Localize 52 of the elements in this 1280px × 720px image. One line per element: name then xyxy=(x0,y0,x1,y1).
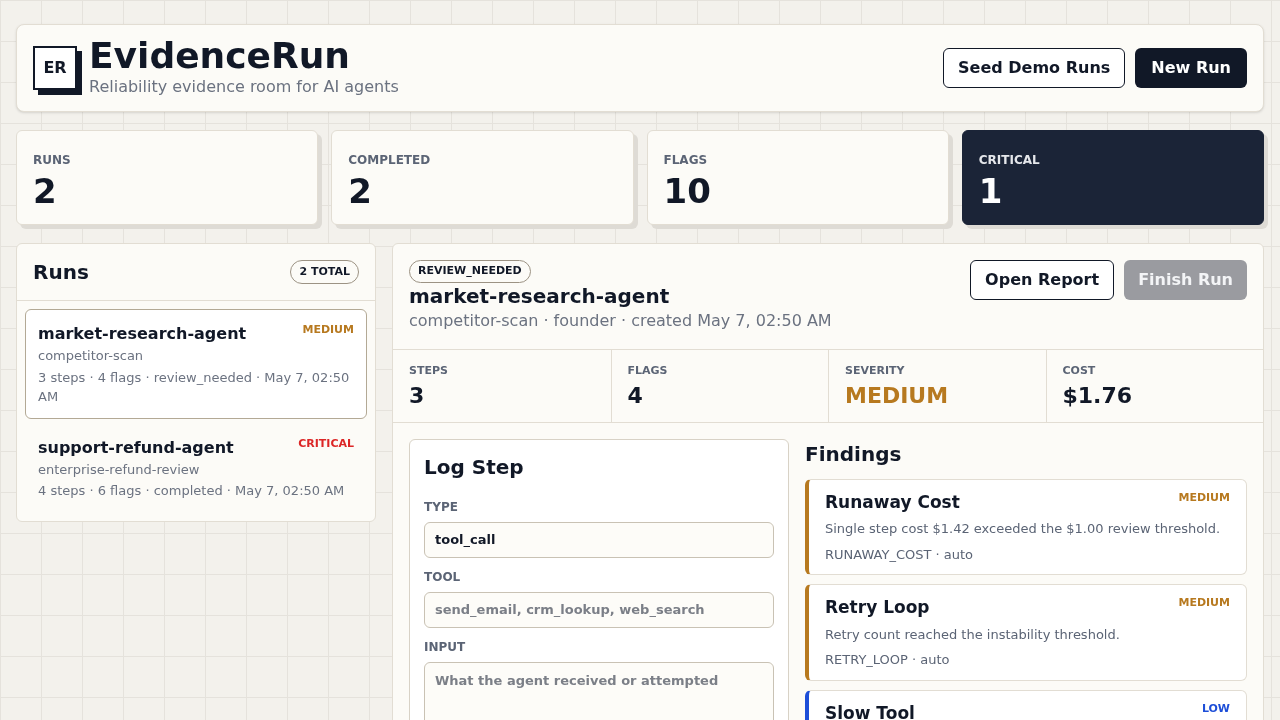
metric-label: SEVERITY xyxy=(845,362,906,379)
run-meta: 3 steps · 4 flags · review_needed · May 7, 02:50 AM xyxy=(38,368,351,406)
stat-label: CRITICAL xyxy=(978,152,1041,169)
run-name: support-refund-agent xyxy=(38,436,234,459)
finding-code: RUNAWAY_COST · auto xyxy=(825,545,975,564)
field-label: TYPE xyxy=(424,498,459,516)
metric-label: STEPS xyxy=(409,362,449,379)
stat-value: 2 xyxy=(348,170,373,213)
stat-value: 1 xyxy=(978,170,1004,213)
app-subtitle: Reliability evidence room for AI agents xyxy=(89,76,399,98)
metric-value: $1.76 xyxy=(1062,382,1134,410)
finding-description: Retry count reached the instability threshold. xyxy=(825,625,1121,644)
run-item[interactable]: support-refund-agent CRITICAL enterprise-refund-review 4 steps · 6 flags · completed · May 7, 02:50 AM xyxy=(25,422,367,513)
severity-label: MEDIUM xyxy=(1178,489,1230,506)
new-run-button[interactable]: New Run xyxy=(1135,48,1247,88)
metric-value: MEDIUM xyxy=(845,382,950,410)
seed-button[interactable]: Seed Demo Runs xyxy=(943,48,1126,88)
severity-label: LOW xyxy=(1201,700,1230,717)
run-meta: 4 steps · 6 flags · completed · May 7, 02:50 AM xyxy=(38,482,346,500)
card-title: Log Step xyxy=(424,453,525,481)
field-label: INPUT xyxy=(424,638,467,656)
severity-label: CRITICAL xyxy=(298,435,354,452)
stat-value: 10 xyxy=(663,170,712,213)
stat-value: 2 xyxy=(33,170,58,213)
finding-title: Retry Loop xyxy=(825,596,930,619)
finding-title: Slow Tool xyxy=(825,701,915,720)
field-label: TOOL xyxy=(424,568,462,586)
run-task: enterprise-refund-review xyxy=(38,460,201,479)
metric-label: FLAGS xyxy=(627,362,669,379)
finding-code: RETRY_LOOP · auto xyxy=(825,651,951,669)
run-meta: competitor-scan · founder · created May 7, 02:50 AM xyxy=(409,309,832,332)
input-field[interactable]: What the agent received or attempted xyxy=(424,661,774,720)
input-field[interactable]: tool_call xyxy=(424,521,774,558)
run-task: competitor-scan xyxy=(38,347,145,365)
metric-label: COST xyxy=(1062,362,1097,379)
metric-value: 3 xyxy=(409,382,426,410)
input-field[interactable]: send_email, crm_lookup, web_search xyxy=(424,591,774,628)
finding-title: Runaway Cost xyxy=(825,490,960,514)
run-item[interactable]: market-research-agent MEDIUM competitor-scan 3 steps · 4 flags · review_needed · May 7, 02:50 AM xyxy=(25,309,367,419)
app-title: EvidenceRun xyxy=(89,37,351,75)
run-name: market-research-agent xyxy=(38,323,247,345)
run-title: market-research-agent xyxy=(409,282,670,309)
section-title: Findings xyxy=(805,440,903,468)
severity-label: MEDIUM xyxy=(1178,595,1230,611)
severity-label: MEDIUM xyxy=(302,322,354,338)
open-report-button[interactable]: Open Report xyxy=(970,260,1115,300)
panel-title: Runs xyxy=(33,259,89,286)
finding-description: Single step cost $1.42 exceeded the $1.00 review threshold. xyxy=(825,520,1222,538)
metric-value: 4 xyxy=(627,382,644,410)
stat-label: RUNS xyxy=(33,152,72,169)
stat-label: COMPLETED xyxy=(348,152,432,169)
stat-label: FLAGS xyxy=(663,152,709,169)
